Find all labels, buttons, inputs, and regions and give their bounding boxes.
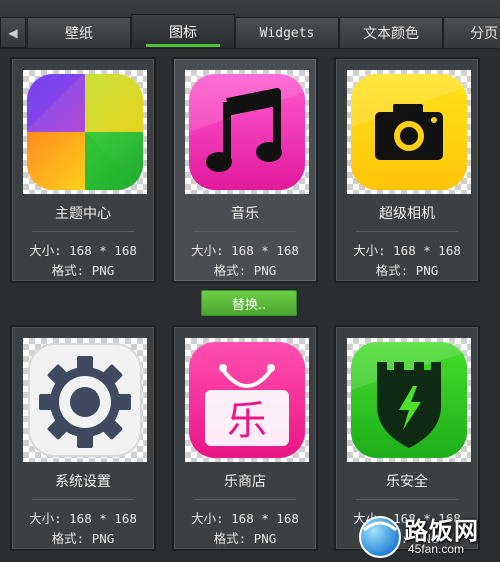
watermark: 路饭网 45fan.com <box>356 508 500 562</box>
icon-preview: 乐 <box>185 338 309 462</box>
divider <box>32 231 134 232</box>
icon-card-theme-center[interactable]: 主题中心 大小: 168 * 168 格式: PNG <box>10 57 156 283</box>
active-tab-indicator <box>146 44 220 47</box>
store-icon: 乐 <box>189 342 305 458</box>
tab-text-color[interactable]: 文本颜色 <box>339 17 443 48</box>
icon-card-settings[interactable]: 系统设置 大小: 168 * 168 格式: PNG <box>10 325 156 551</box>
divider <box>356 499 458 500</box>
tab-widgets[interactable]: Widgets <box>235 17 339 48</box>
settings-gear-icon <box>28 343 142 457</box>
icon-format: 格式: PNG <box>51 531 115 546</box>
tab-wallpaper[interactable]: 壁纸 <box>27 17 131 48</box>
icon-card-music[interactable]: 音乐 大小: 168 * 168 格式: PNG <box>172 57 318 283</box>
watermark-url: 45fan.com <box>408 542 465 556</box>
icon-card-store[interactable]: 乐 乐商店 大小: 168 * 168 格式: PNG <box>172 325 318 551</box>
icon-format: 格式: PNG <box>51 263 115 278</box>
icon-preview <box>23 338 147 462</box>
icon-format: 格式: PNG <box>213 263 277 278</box>
icon-size: 大小: 168 * 168 <box>29 511 137 526</box>
watermark-title: 路饭网 <box>404 517 479 545</box>
icon-card-camera[interactable]: 超级相机 大小: 168 * 168 格式: PNG <box>334 57 480 283</box>
icon-name: 系统设置 <box>55 474 111 490</box>
icon-preview <box>185 70 309 194</box>
globe-logo-icon <box>359 516 401 558</box>
icon-preview <box>347 70 471 194</box>
icon-size: 大小: 168 * 168 <box>29 243 137 258</box>
icon-size: 大小: 168 * 168 <box>353 243 461 258</box>
tab-scroll-left-button[interactable]: ◀ <box>0 17 26 48</box>
divider <box>356 231 458 232</box>
icon-size: 大小: 168 * 168 <box>191 243 299 258</box>
camera-icon <box>351 74 467 190</box>
icon-name: 超级相机 <box>379 206 435 222</box>
icon-name: 音乐 <box>231 206 259 222</box>
svg-text:乐: 乐 <box>227 398 267 444</box>
theme-center-icon <box>27 74 143 190</box>
security-shield-icon <box>351 342 467 458</box>
icon-name: 主题中心 <box>55 206 111 222</box>
icon-preview <box>23 70 147 194</box>
replace-button[interactable]: 替换.. <box>201 290 297 316</box>
icon-name: 乐安全 <box>386 474 428 490</box>
divider <box>194 499 296 500</box>
icon-format: 格式: PNG <box>213 531 277 546</box>
tab-bar: ◀ 壁纸 图标 Widgets 文本颜色 分页 <box>0 0 500 49</box>
divider <box>32 499 134 500</box>
tab-icons[interactable]: 图标 <box>131 14 235 48</box>
icon-name: 乐商店 <box>224 474 266 490</box>
tab-pages[interactable]: 分页 <box>443 17 500 48</box>
divider <box>194 231 296 232</box>
icon-size: 大小: 168 * 168 <box>191 511 299 526</box>
icon-format: 格式: PNG <box>375 263 439 278</box>
triangle-left-icon: ◀ <box>8 25 18 40</box>
music-icon <box>189 74 305 190</box>
icon-preview <box>347 338 471 462</box>
